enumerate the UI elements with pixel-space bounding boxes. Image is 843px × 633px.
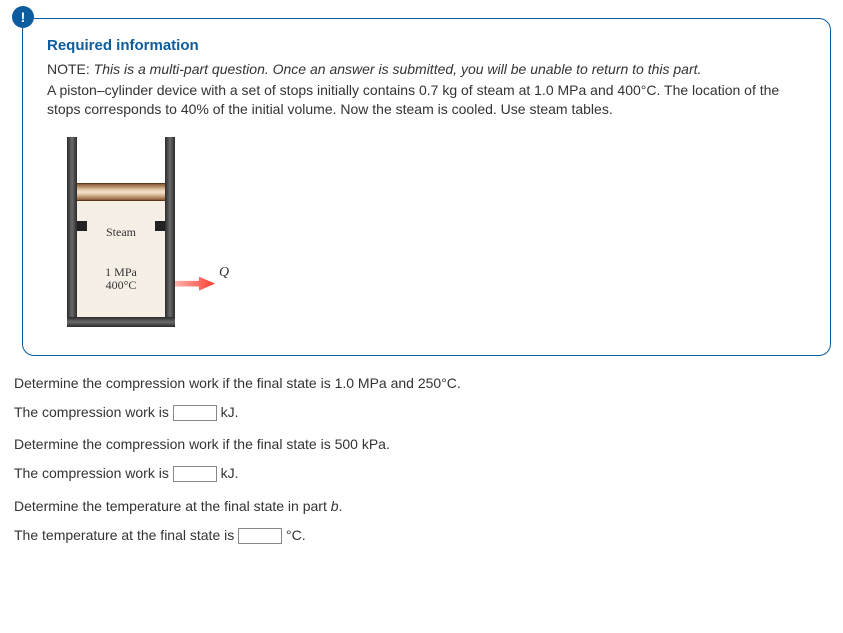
- pressure-label: 1 MPa: [105, 265, 137, 279]
- arrow-icon: [175, 277, 215, 291]
- q2-answer-line: The compression work is kJ.: [14, 464, 829, 483]
- cylinder-graphic: Steam 1 MPa 400°C: [67, 137, 175, 327]
- q1-prompt: Determine the compression work if the fi…: [14, 374, 829, 393]
- q2-input[interactable]: [173, 466, 217, 482]
- required-info-title: Required information: [47, 37, 806, 54]
- q3-answer-line: The temperature at the final state is °C…: [14, 526, 829, 545]
- question-3: Determine the temperature at the final s…: [12, 497, 831, 545]
- q-label: Q: [219, 265, 229, 281]
- q3-part-b: b: [331, 498, 339, 514]
- q2-prompt: Determine the compression work if the fi…: [14, 435, 829, 454]
- q1-prefix: The compression work is: [14, 404, 173, 420]
- question-2: Determine the compression work if the fi…: [12, 435, 831, 483]
- q3-prompt-c: .: [339, 498, 343, 514]
- q3-input[interactable]: [238, 528, 282, 544]
- problem-statement: A piston–cylinder device with a set of s…: [47, 81, 806, 119]
- q2-prefix: The compression work is: [14, 465, 173, 481]
- q3-unit: °C.: [282, 527, 306, 543]
- chamber: [77, 201, 165, 317]
- piston: [77, 183, 165, 201]
- wall-left: [67, 137, 77, 327]
- note-body: This is a multi-part question. Once an a…: [94, 61, 702, 77]
- question-1: Determine the compression work if the fi…: [12, 374, 831, 422]
- conditions-label: 1 MPa 400°C: [77, 266, 165, 292]
- q1-input[interactable]: [173, 405, 217, 421]
- alert-icon: !: [12, 6, 34, 28]
- q3-prompt: Determine the temperature at the final s…: [14, 497, 829, 516]
- piston-figure: Steam 1 MPa 400°C Q: [61, 137, 221, 327]
- required-info-box: Required information NOTE: This is a mul…: [22, 18, 831, 356]
- wall-bottom: [67, 317, 175, 327]
- q1-unit: kJ.: [217, 404, 239, 420]
- note-prefix: NOTE:: [47, 61, 90, 77]
- q3-prefix: The temperature at the final state is: [14, 527, 238, 543]
- temperature-label: 400°C: [106, 278, 137, 292]
- q1-answer-line: The compression work is kJ.: [14, 403, 829, 422]
- q2-unit: kJ.: [217, 465, 239, 481]
- q3-prompt-a: Determine the temperature at the final s…: [14, 498, 331, 514]
- wall-right: [165, 137, 175, 327]
- steam-label: Steam: [77, 225, 165, 240]
- note-line: NOTE: This is a multi-part question. Onc…: [47, 60, 806, 79]
